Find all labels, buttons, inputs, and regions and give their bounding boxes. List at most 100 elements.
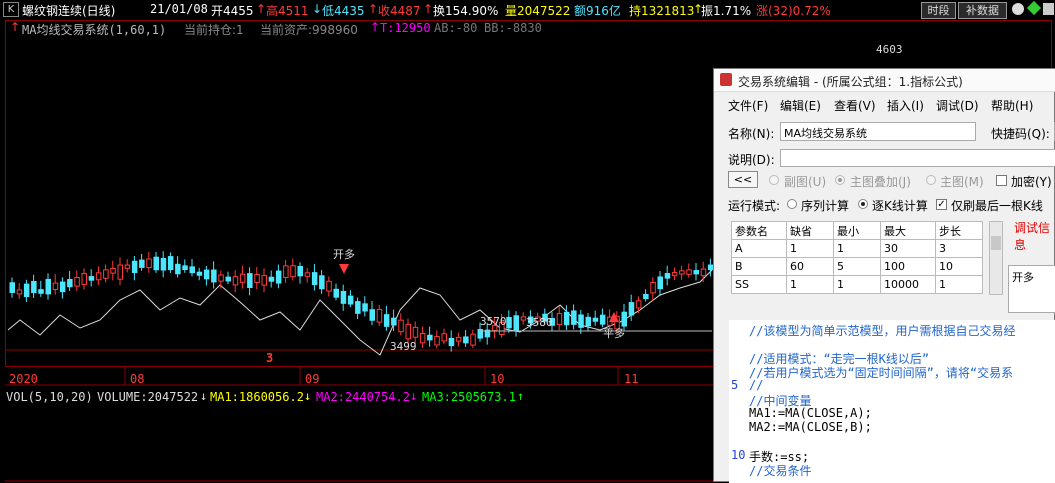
name-input[interactable]: MA均线交易系统 — [780, 122, 976, 141]
settings-gear-icon[interactable] — [1012, 3, 1024, 15]
quote-date: 21/01/08 — [150, 2, 208, 16]
param-table-scrollbar[interactable] — [989, 221, 1003, 295]
candle — [117, 264, 123, 280]
candle — [203, 269, 210, 280]
radio-bar-calc-label: 逐K线计算 — [872, 199, 928, 213]
candle — [585, 316, 591, 327]
radio-main-chart-label: 主图(M) — [940, 175, 984, 189]
param-default-cell[interactable]: 1 — [786, 275, 834, 294]
candle — [67, 279, 73, 288]
turnover-rate: 换154.90% — [433, 4, 499, 18]
code-line[interactable]: MA2:=MA(CLOSE,B); — [749, 420, 872, 434]
dialog-title-bar[interactable]: 交易系统编辑 - (所属公式组：1.指标公式) — [714, 69, 1055, 92]
vol-value: VOLUME:2047522 — [97, 390, 199, 404]
radio-bar-calc[interactable] — [858, 199, 868, 209]
menu-edit[interactable]: 编辑(E) — [780, 97, 821, 114]
param-step-cell[interactable]: 1 — [935, 275, 983, 294]
formula-code-editor[interactable]: //该模型为简单示范模型，用户需根据自己交易经//适用模式：“走完一根K线以后”… — [729, 320, 1055, 483]
table-row[interactable]: A 1 1 30 3 — [731, 239, 983, 258]
param-step-cell[interactable]: 10 — [935, 257, 983, 276]
refresh-last-checkbox[interactable]: ✓ — [936, 199, 947, 210]
code-line[interactable]: // — [749, 378, 763, 392]
candle — [218, 274, 224, 282]
table-row[interactable]: B 60 5 100 10 — [731, 257, 983, 276]
param-name-cell[interactable]: A — [731, 239, 787, 258]
code-line[interactable]: MA1:=MA(CLOSE,A); — [749, 406, 872, 420]
param-min-cell[interactable]: 1 — [833, 275, 881, 294]
candle — [103, 269, 109, 279]
code-line[interactable]: //交易条件 — [749, 462, 811, 479]
supplement-data-button[interactable]: 补数据 — [958, 2, 1007, 19]
radio-sequence-calc[interactable] — [787, 199, 797, 209]
menu-insert[interactable]: 插入(I) — [887, 97, 924, 114]
candle — [189, 266, 195, 274]
param-default-cell[interactable]: 1 — [786, 239, 834, 258]
candle — [225, 276, 231, 282]
up-arrow-icon: ↑ — [256, 2, 267, 16]
param-step-cell[interactable]: 3 — [935, 239, 983, 258]
param-name-cell[interactable]: B — [731, 257, 787, 276]
menu-file[interactable]: 文件(F) — [728, 97, 768, 114]
chart-vertical-gridlines — [124, 367, 619, 385]
menu-view[interactable]: 查看(V) — [834, 97, 876, 114]
close-price: 收4487 — [378, 4, 421, 18]
dialog-menu-bar: 文件(F) 编辑(E) 查看(V) 插入(I) 调试(D) 帮助(H) — [714, 96, 1055, 114]
radio-main-overlay-label: 主图叠加(J) — [850, 175, 911, 189]
param-min-cell[interactable]: 5 — [833, 257, 881, 276]
candle — [628, 302, 635, 316]
param-max-cell[interactable]: 10000 — [880, 275, 936, 294]
column-header: 缺省 — [786, 221, 834, 240]
candle — [304, 272, 311, 277]
description-input[interactable] — [780, 149, 1055, 167]
candle — [16, 289, 23, 295]
param-default-cell[interactable]: 60 — [786, 257, 834, 276]
radio-subchart[interactable] — [769, 175, 779, 185]
candle — [563, 311, 570, 326]
collapse-button[interactable]: << — [728, 171, 758, 188]
candle — [448, 337, 455, 347]
menu-debug[interactable]: 调试(D) — [936, 97, 979, 114]
candle — [196, 271, 203, 276]
candle — [369, 309, 375, 321]
candle — [160, 258, 167, 271]
candle — [290, 265, 296, 278]
candle — [405, 323, 411, 340]
param-name-cell[interactable]: SS — [731, 275, 787, 294]
param-max-cell[interactable]: 30 — [880, 239, 936, 258]
candle — [124, 264, 131, 269]
amplitude-value: 振1.71% — [701, 4, 752, 18]
k-chart-toggle[interactable]: K — [3, 2, 19, 17]
vol-label[interactable]: VOL(5,10,20) — [6, 390, 93, 404]
candle — [95, 272, 102, 281]
encrypt-checkbox[interactable] — [996, 175, 1007, 186]
radio-main-overlay[interactable] — [835, 175, 845, 185]
debug-output-box[interactable]: 开多 — [1008, 265, 1055, 313]
open-long-label: 开多 — [333, 248, 355, 261]
code-line[interactable]: //该模型为简单示范模型，用户需根据自己交易经 — [749, 322, 1015, 339]
candle — [650, 281, 656, 294]
candle — [376, 308, 383, 323]
window-control-icon[interactable] — [1043, 3, 1054, 15]
price-label-3499: 3499 — [390, 340, 417, 353]
down-arrow-icon: ↓ — [304, 389, 312, 403]
table-row[interactable]: SS 1 1 10000 1 — [731, 275, 983, 294]
candle — [247, 273, 253, 288]
radio-main-chart[interactable] — [926, 175, 936, 185]
period-button[interactable]: 时段 — [921, 2, 956, 19]
trading-system-editor-dialog[interactable]: 交易系统编辑 - (所属公式组：1.指标公式) 文件(F) 编辑(E) 查看(V… — [713, 68, 1055, 483]
parameter-table[interactable]: 参数名 缺省 最小 最大 步长 A 1 1 30 3 B 60 5 100 10… — [731, 221, 983, 294]
up-arrow-icon: ↑ — [517, 389, 525, 403]
param-min-cell[interactable]: 1 — [833, 239, 881, 258]
scrollbar-thumb[interactable] — [991, 236, 1001, 250]
param-max-cell[interactable]: 100 — [880, 257, 936, 276]
code-line[interactable]: //若用户模式选为“固定时间间隔”，请将“交易系 — [749, 364, 1013, 381]
menu-help[interactable]: 帮助(H) — [991, 97, 1033, 114]
open-price: 开4455 — [211, 4, 254, 18]
candle — [592, 317, 599, 322]
candle — [427, 334, 433, 341]
green-diamond-icon[interactable] — [1026, 0, 1042, 16]
candle — [391, 317, 397, 326]
shortcut-label: 快捷码(Q): — [991, 127, 1050, 141]
candle — [643, 293, 649, 300]
indicator-name[interactable]: MA均线交易系统(1,60,1) — [22, 21, 166, 38]
